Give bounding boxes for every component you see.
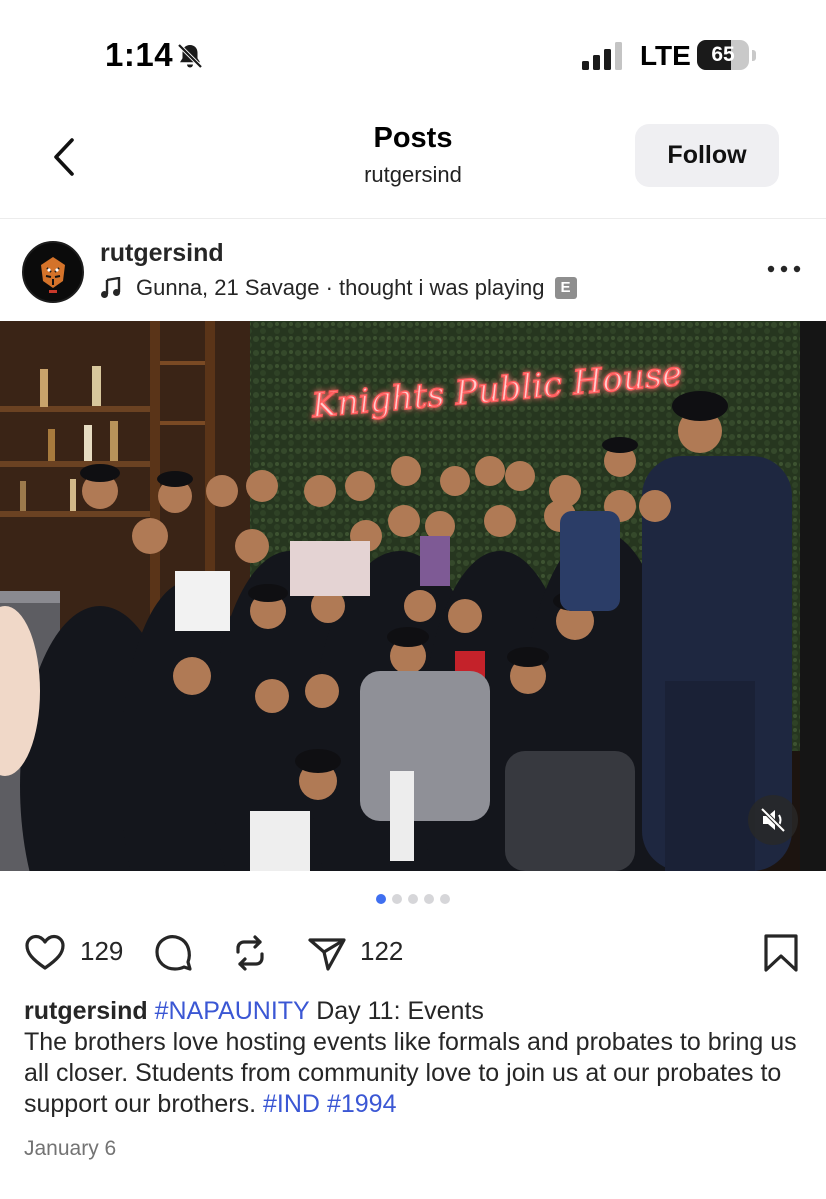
repost-icon[interactable] — [229, 932, 271, 974]
carousel-dot — [424, 894, 434, 904]
follow-button[interactable]: Follow — [635, 124, 779, 187]
bookmark-icon[interactable] — [760, 932, 802, 974]
music-note-icon — [101, 277, 121, 298]
post-caption: rutgersind #NAPAUNITY Day 11: Events The… — [24, 996, 804, 1120]
heart-icon[interactable] — [24, 932, 66, 974]
nav-header: Posts rutgersind Follow — [0, 110, 826, 219]
ellipsis-icon[interactable] — [766, 263, 802, 275]
comment-bubble-icon[interactable] — [152, 932, 194, 974]
audio-attribution[interactable]: Gunna, 21 Savage · thought i was playing… — [100, 275, 577, 301]
mute-toggle[interactable] — [748, 795, 798, 845]
hashtag-link[interactable]: #IND — [263, 1090, 320, 1118]
post-date: January 6 — [24, 1137, 117, 1160]
bell-slash-icon — [177, 43, 203, 69]
audio-label: Gunna, 21 Savage · thought i was playing — [136, 275, 545, 300]
caption-text: Day 11: Events — [316, 997, 484, 1025]
status-bar: 1:14 LTE 65 — [0, 0, 826, 110]
status-time: 1:14 — [105, 36, 174, 73]
carousel-dot — [392, 894, 402, 904]
share-count[interactable]: 122 — [360, 936, 403, 967]
hashtag-link[interactable]: #1994 — [327, 1090, 397, 1118]
battery-icon: 65 — [697, 40, 759, 70]
like-count[interactable]: 129 — [80, 936, 123, 967]
speaker-muted-icon — [760, 807, 786, 833]
battery-percent: 65 — [711, 43, 735, 66]
post-header: rutgersind Gunna, 21 Savage · thought i … — [0, 219, 826, 321]
cellular-signal-icon — [582, 42, 622, 70]
tiger-logo-icon — [24, 243, 82, 301]
network-type: LTE — [640, 40, 691, 71]
explicit-badge: E — [554, 277, 577, 299]
caption-username[interactable]: rutgersind — [24, 997, 148, 1025]
hashtag-link[interactable]: #NAPAUNITY — [155, 997, 310, 1025]
paper-plane-icon[interactable] — [306, 932, 348, 974]
post-photo[interactable]: Knights Public House — [0, 321, 826, 871]
avatar[interactable] — [22, 241, 84, 303]
post-username[interactable]: rutgersind — [100, 239, 224, 268]
carousel-indicator — [0, 894, 826, 904]
carousel-dot — [440, 894, 450, 904]
group-photo-image: Knights Public House — [0, 321, 826, 871]
caption-text: The brothers love hosting events like fo… — [24, 1028, 797, 1118]
post-actions: 129 122 — [0, 926, 826, 978]
carousel-dot — [376, 894, 386, 904]
carousel-dot — [408, 894, 418, 904]
